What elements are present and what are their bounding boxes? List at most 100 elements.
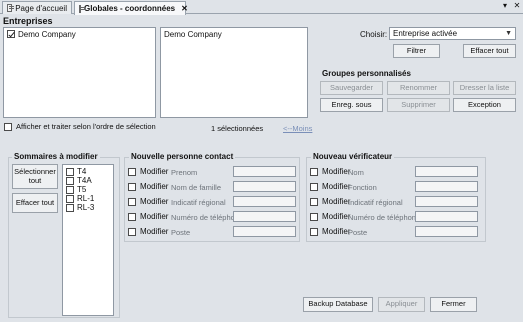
modifier-label: Modifier [140, 227, 169, 236]
verif-label-indicatif: Indicatif régional [348, 198, 403, 207]
checkbox[interactable] [66, 194, 74, 203]
close-icon[interactable]: ✕ [512, 1, 522, 10]
contact-modifier-indicatif[interactable]: Modifier [128, 197, 168, 206]
modifier-label: Modifier [322, 182, 351, 191]
verif-modifier-poste[interactable]: Modifier [310, 227, 350, 236]
checkbox[interactable] [310, 227, 318, 236]
modifier-label: Modifier [322, 197, 351, 206]
checkbox[interactable] [310, 182, 318, 191]
company-name: Demo Company [164, 29, 222, 39]
close-icon[interactable]: ✕ [181, 4, 188, 13]
page-icon [7, 4, 15, 12]
list-item[interactable]: T4A [63, 176, 113, 185]
modifier-label: Modifier [140, 212, 169, 221]
modifier-label: Modifier [322, 167, 351, 176]
company-list-available[interactable]: Demo Company [3, 27, 156, 118]
choisir-select[interactable]: Entreprise activée ▼ [389, 27, 516, 40]
checkbox[interactable] [128, 182, 136, 191]
clear-all-button[interactable]: Effacer tout [12, 193, 58, 213]
list-item[interactable]: Demo Company [4, 29, 155, 39]
item-label: T4 [77, 167, 87, 176]
tab-label: Globales - coordonnées [84, 4, 176, 13]
order-checkbox[interactable] [4, 122, 12, 131]
contact-modifier-nom[interactable]: Modifier [128, 182, 168, 191]
contact-telephone-input[interactable] [233, 211, 296, 222]
tab-strip: Page d'accueil Globales - coordonnées ✕ … [0, 0, 523, 15]
checkbox[interactable] [310, 167, 318, 176]
checkbox[interactable] [66, 185, 74, 194]
contact-poste-input[interactable] [233, 226, 296, 237]
sommaires-list[interactable]: T4 T4A T5 RL-1 RL-3 [62, 164, 114, 316]
order-checkbox-label: Afficher et traiter selon l'ordre de sél… [16, 122, 156, 131]
verif-modifier-fonction[interactable]: Modifier [310, 182, 350, 191]
chevron-down-icon: ▼ [505, 30, 512, 37]
verif-label-telephone: Numéro de téléphone [348, 213, 421, 222]
modifier-label: Modifier [322, 212, 351, 221]
appliquer-button[interactable]: Appliquer [378, 297, 425, 312]
verif-nom-input[interactable] [415, 166, 478, 177]
filtrer-button[interactable]: Filtrer [393, 44, 440, 58]
list-item[interactable]: T5 [63, 185, 113, 194]
modifier-label: Modifier [322, 227, 351, 236]
item-label: T4A [77, 176, 92, 185]
groupes-title: Groupes personnalisés [322, 69, 411, 78]
list-item[interactable]: Demo Company [161, 29, 307, 39]
choisir-value: Entreprise activée [393, 29, 458, 38]
verif-telephone-input[interactable] [415, 211, 478, 222]
tab-page-accueil[interactable]: Page d'accueil [2, 1, 72, 14]
sauvegarder-button[interactable]: Sauvegarder [320, 81, 383, 95]
order-option[interactable]: Afficher et traiter selon l'ordre de sél… [4, 122, 156, 131]
checkbox[interactable] [128, 227, 136, 236]
checkbox[interactable] [310, 197, 318, 206]
checkbox[interactable] [66, 167, 74, 176]
contact-modifier-telephone[interactable]: Modifier [128, 212, 168, 221]
contact-label-prenom: Prenom [171, 168, 198, 177]
verif-label-fonction: Fonction [348, 183, 377, 192]
verif-fonction-input[interactable] [415, 181, 478, 192]
sommaires-title: Sommaires à modifier [12, 152, 100, 161]
verif-label-poste: Poste [348, 228, 368, 237]
checkbox[interactable] [128, 167, 136, 176]
chevron-down-icon[interactable]: ▾ [500, 1, 510, 10]
contact-nom-input[interactable] [233, 181, 296, 192]
item-label: T5 [77, 185, 87, 194]
supprimer-button[interactable]: Supprimer [387, 98, 450, 112]
verif-modifier-telephone[interactable]: Modifier [310, 212, 350, 221]
contact-modifier-poste[interactable]: Modifier [128, 227, 168, 236]
verif-label-nom: Nom [348, 168, 364, 177]
modifier-label: Modifier [140, 167, 169, 176]
list-item[interactable]: T4 [63, 167, 113, 176]
contact-title: Nouvelle personne contact [129, 152, 236, 161]
contact-prenom-input[interactable] [233, 166, 296, 177]
verif-indicatif-input[interactable] [415, 196, 478, 207]
contact-indicatif-input[interactable] [233, 196, 296, 207]
verif-modifier-nom[interactable]: Modifier [310, 167, 350, 176]
exception-button[interactable]: Exception [453, 98, 516, 112]
checkbox[interactable] [310, 212, 318, 221]
effacer-tout-button[interactable]: Effacer tout [463, 44, 516, 58]
choisir-label: Choisir: [360, 30, 388, 39]
backup-database-button[interactable]: Backup Database [303, 297, 373, 312]
checkbox[interactable] [128, 212, 136, 221]
moins-link[interactable]: <--Moins [283, 124, 312, 133]
list-item[interactable]: RL-3 [63, 203, 113, 212]
item-label: RL-1 [77, 194, 95, 203]
contact-modifier-prenom[interactable]: Modifier [128, 167, 168, 176]
dresser-liste-button[interactable]: Dresser la liste [453, 81, 516, 95]
list-item[interactable]: RL-1 [63, 194, 113, 203]
tab-globales-coordonnees[interactable]: Globales - coordonnées ✕ [74, 1, 188, 15]
checkbox[interactable] [66, 176, 74, 185]
verif-modifier-indicatif[interactable]: Modifier [310, 197, 350, 206]
enreg-sous-button[interactable]: Enreg. sous [320, 98, 383, 112]
company-list-selected[interactable]: Demo Company [160, 27, 308, 118]
select-all-button[interactable]: Sélectionner tout [12, 164, 58, 189]
fermer-button[interactable]: Fermer [430, 297, 477, 312]
page-icon [79, 4, 86, 13]
modifier-label: Modifier [140, 182, 169, 191]
verif-poste-input[interactable] [415, 226, 478, 237]
checkbox[interactable] [66, 203, 74, 212]
checkbox[interactable] [128, 197, 136, 206]
contact-label-nom: Nom de famille [171, 183, 222, 192]
renommer-button[interactable]: Renommer [387, 81, 450, 95]
checkbox[interactable] [7, 30, 15, 38]
